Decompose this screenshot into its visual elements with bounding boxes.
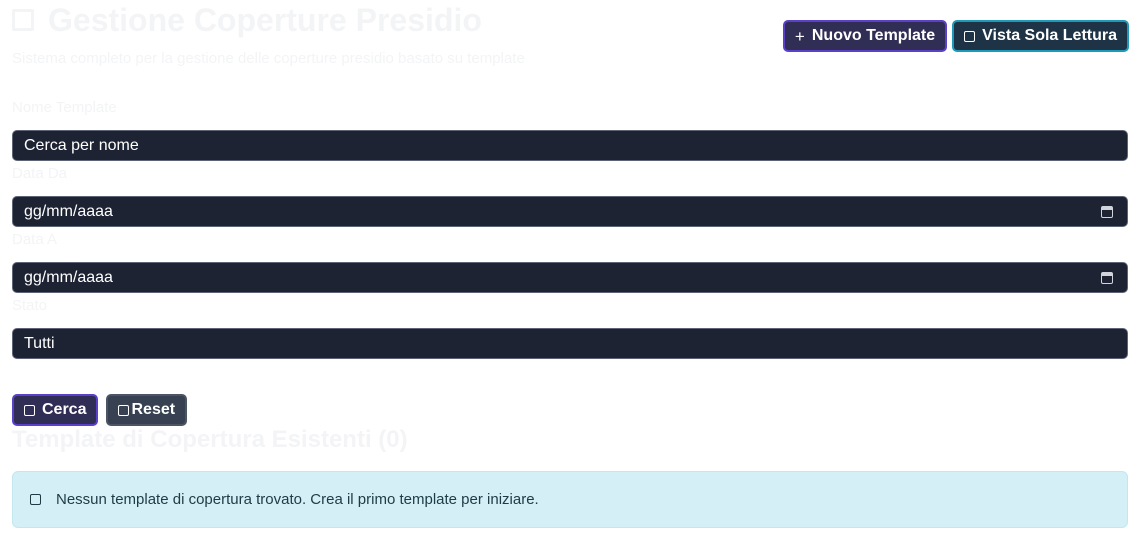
- status-select[interactable]: Tutti: [12, 328, 1128, 359]
- date-to-value: gg/mm/aaaa: [24, 268, 113, 286]
- checkbox-icon: [118, 404, 130, 416]
- empty-state-message: Nessun template di copertura trovato. Cr…: [56, 491, 539, 508]
- reset-button[interactable]: Reset: [106, 394, 188, 426]
- search-actions: Cerca Reset: [12, 394, 188, 426]
- date-from-value: gg/mm/aaaa: [24, 202, 113, 220]
- checkbox-icon: [24, 404, 35, 416]
- page-title: Gestione Coperture Presidio: [12, 2, 482, 38]
- page-subtitle: Sistema completo per la gestione delle c…: [12, 50, 525, 67]
- readonly-view-button[interactable]: Vista Sola Lettura: [952, 20, 1129, 52]
- checkbox-icon: [12, 9, 34, 31]
- date-from-label: Data Da: [12, 165, 68, 182]
- status-selected-value: Tutti: [24, 334, 55, 352]
- date-from-input[interactable]: gg/mm/aaaa: [12, 196, 1128, 227]
- plus-icon: +: [794, 26, 805, 46]
- new-template-label: Nuovo Template: [811, 27, 936, 44]
- date-to-label: Data A: [12, 231, 58, 248]
- status-filter-label: Stato: [12, 297, 48, 314]
- header-actions: + Nuovo Template Vista Sola Lettura: [782, 20, 1129, 52]
- reset-button-label: Reset: [131, 401, 176, 418]
- new-template-button[interactable]: + Nuovo Template: [782, 20, 948, 52]
- calendar-icon[interactable]: [1101, 271, 1113, 284]
- date-to-input[interactable]: gg/mm/aaaa: [12, 262, 1128, 293]
- info-icon: [30, 494, 41, 505]
- name-search-placeholder: Cerca per nome: [24, 136, 139, 154]
- readonly-view-label: Vista Sola Lettura: [982, 27, 1117, 44]
- search-button[interactable]: Cerca: [12, 394, 99, 426]
- name-filter-label: Nome Template: [12, 99, 117, 116]
- calendar-icon[interactable]: [1101, 205, 1113, 218]
- page-title-text: Gestione Coperture Presidio: [48, 1, 482, 38]
- search-button-label: Cerca: [42, 401, 87, 418]
- checkbox-icon: [964, 30, 976, 42]
- templates-section-title: Template di Copertura Esistenti (0): [12, 426, 408, 453]
- name-search-input[interactable]: Cerca per nome: [12, 130, 1128, 161]
- empty-state-alert: Nessun template di copertura trovato. Cr…: [12, 471, 1128, 528]
- page: Gestione Coperture Presidio Sistema comp…: [0, 0, 1140, 544]
